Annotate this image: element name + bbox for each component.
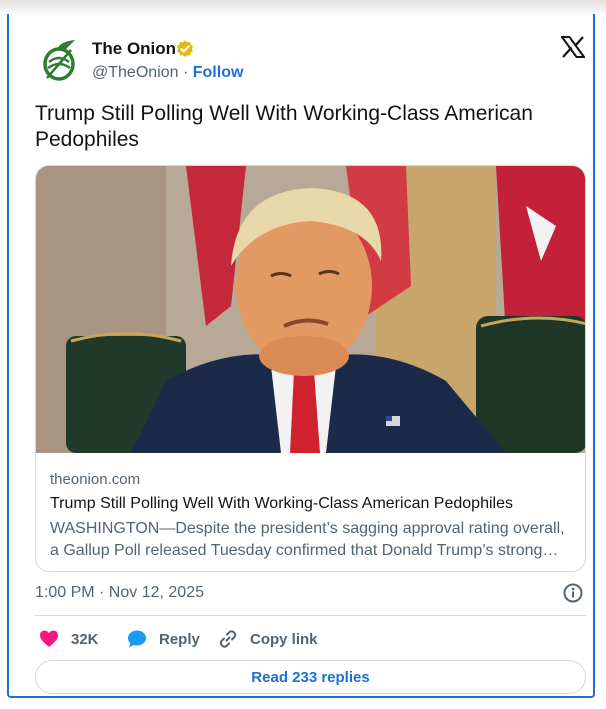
link-description: WASHINGTON—Despite the president’s saggi… [50,520,565,559]
follow-button[interactable]: Follow [193,64,244,81]
reply-button[interactable]: Reply [127,627,200,651]
link-title: Trump Still Polling Well With Working-Cl… [50,495,513,512]
handle-row: @TheOnion · Follow [92,64,243,82]
heart-icon [40,630,58,647]
copy-link-label: Copy link [250,630,318,648]
speech-bubble-icon [128,630,146,648]
verified-badge-icon [177,40,193,57]
copy-link-button[interactable]: Copy link [218,627,318,651]
separator-dot: · [182,64,189,81]
info-icon[interactable] [563,583,583,603]
tweet-timestamp[interactable]: 1:00 PM · Nov 12, 2025 [35,584,204,602]
divider [35,615,586,616]
likes-count: 32K [71,630,99,648]
article-photo[interactable] [36,166,586,453]
read-replies-button[interactable]: Read 233 replies [35,660,586,694]
account-handle[interactable]: @TheOnion [92,64,179,81]
tweet-text: Trump Still Polling Well With Working-Cl… [35,102,533,151]
link-icon [219,630,237,648]
onion-logo-icon[interactable] [35,38,85,82]
tweet-embed-card: The Onion @TheOnion · Follow Trump Still… [7,14,595,698]
link-preview-card[interactable]: theonion.com Trump Still Polling Well Wi… [35,165,586,572]
link-domain: theonion.com [50,471,141,488]
reply-label: Reply [159,630,200,648]
x-logo-icon[interactable] [561,36,585,58]
like-button[interactable]: 32K [39,627,99,651]
account-name[interactable]: The Onion [92,39,176,59]
